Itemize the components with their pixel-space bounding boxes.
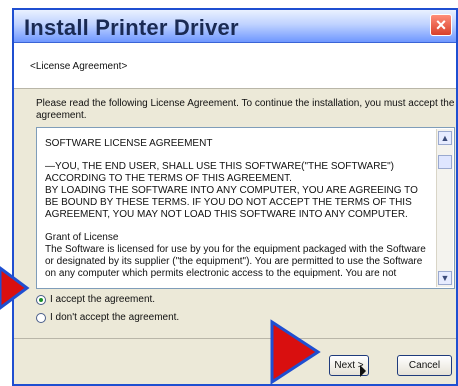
intro-text: Please read the following License Agreem…	[36, 98, 455, 121]
dialog-header: <License Agreement>	[14, 43, 456, 89]
license-scrollbar[interactable]: ▲ ▼	[436, 129, 453, 287]
mouse-pointer-icon	[360, 365, 366, 377]
license-paragraph: —YOU, THE END USER, SHALL USE THIS SOFTW…	[45, 161, 418, 220]
window-title: Install Printer Driver	[24, 15, 239, 40]
license-content: SOFTWARE LICENSE AGREEMENT —YOU, THE END…	[45, 138, 432, 291]
cancel-button[interactable]: Cancel	[397, 355, 452, 376]
footer-divider	[14, 338, 456, 339]
red-pointer-arrow-icon	[270, 319, 321, 385]
accept-label: I accept the agreement.	[50, 294, 156, 305]
red-pointer-arrow-icon	[0, 266, 30, 310]
accept-option[interactable]: I accept the agreement.	[36, 294, 155, 305]
install-printer-driver-dialog: Install Printer Driver × <License Agreem…	[12, 8, 458, 386]
scroll-up-icon[interactable]: ▲	[438, 131, 452, 145]
scroll-thumb[interactable]	[438, 155, 452, 169]
decline-radio[interactable]	[36, 312, 46, 323]
accept-radio[interactable]	[36, 294, 46, 305]
decline-option[interactable]: I don't accept the agreement.	[36, 312, 179, 323]
license-text-box[interactable]: SOFTWARE LICENSE AGREEMENT —YOU, THE END…	[36, 127, 455, 289]
scroll-down-icon[interactable]: ▼	[438, 271, 452, 285]
close-icon[interactable]: ×	[430, 14, 452, 36]
section-title: <License Agreement>	[30, 61, 128, 72]
license-heading: SOFTWARE LICENSE AGREEMENT	[45, 138, 213, 149]
decline-label: I don't accept the agreement.	[50, 312, 180, 323]
grant-text: The Software is licensed for use by you …	[45, 244, 429, 279]
grant-title: Grant of License	[45, 232, 119, 243]
title-bar: Install Printer Driver ×	[14, 10, 456, 43]
